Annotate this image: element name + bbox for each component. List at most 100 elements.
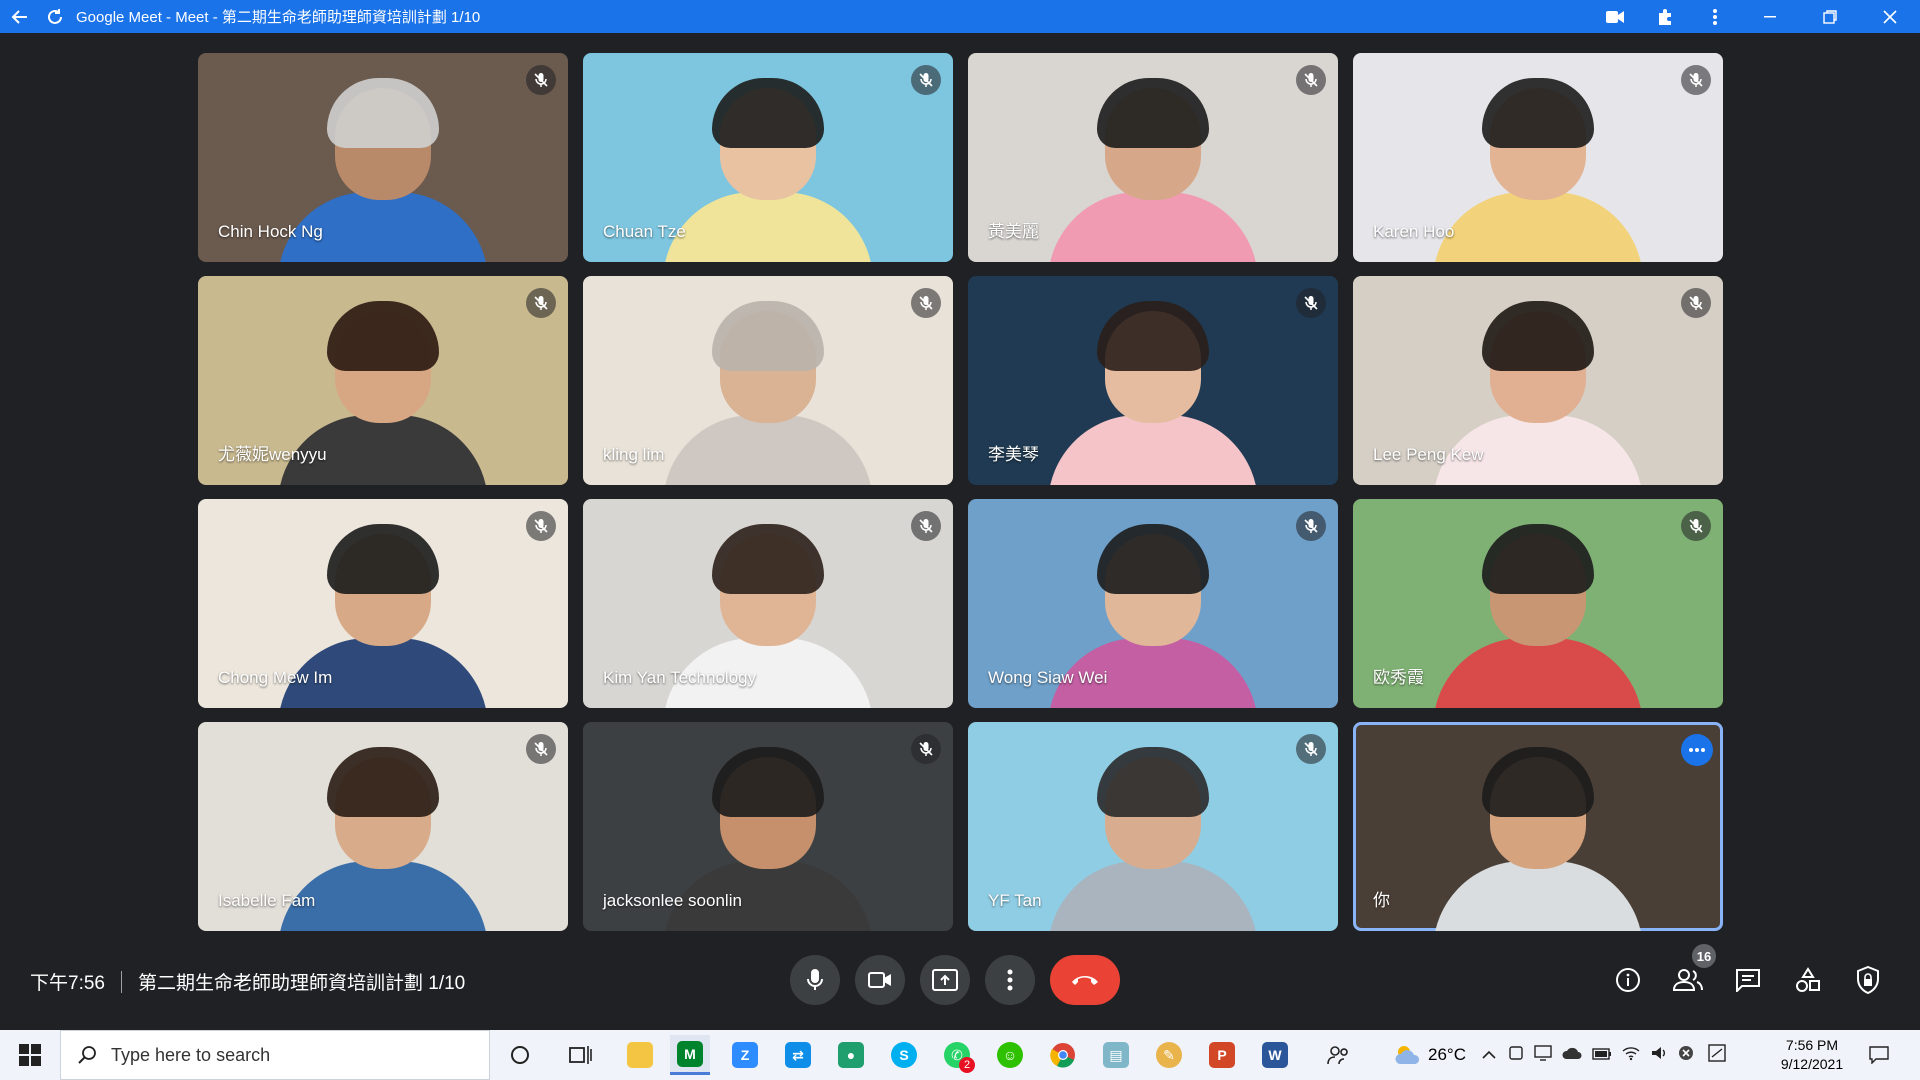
task-view-button[interactable]: [560, 1035, 600, 1075]
participant-body: [1048, 861, 1258, 931]
taskbar-search-box[interactable]: Type here to search: [60, 1030, 490, 1080]
participant-hair: [712, 78, 824, 148]
weather-widget[interactable]: 26°C: [1394, 1044, 1466, 1066]
chat-button[interactable]: [1730, 962, 1766, 998]
mic-off-icon: [526, 65, 556, 95]
participant-tile[interactable]: YF Tan: [968, 722, 1338, 931]
participant-hair: [327, 524, 439, 594]
participant-tile[interactable]: 李美琴: [968, 276, 1338, 485]
paint-taskbar-icon[interactable]: ✎: [1149, 1035, 1189, 1075]
participant-face: [327, 524, 439, 646]
powerpoint-icon: P: [1209, 1042, 1235, 1068]
extensions-icon[interactable]: [1640, 0, 1690, 33]
camera-button[interactable]: [855, 955, 905, 1005]
file-explorer-taskbar-icon[interactable]: [620, 1035, 660, 1075]
window-title: Google Meet - Meet - 第二期生命老師助理師資培訓計劃 1/1…: [76, 9, 481, 26]
close-icon[interactable]: [1860, 0, 1920, 33]
participant-hair: [1097, 301, 1209, 371]
mic-off-icon: [911, 511, 941, 541]
security-tray-icon[interactable]: [1678, 1045, 1694, 1066]
participant-name: Karen Hoo: [1373, 222, 1455, 241]
google-meet-taskbar-icon[interactable]: M: [670, 1035, 710, 1075]
participant-tile[interactable]: kling lim: [583, 276, 953, 485]
more-horiz-icon[interactable]: [1681, 734, 1713, 766]
word-icon: W: [1262, 1042, 1288, 1068]
skype-icon: S: [891, 1042, 917, 1068]
battery-icon[interactable]: [1592, 1045, 1612, 1065]
participant-video-figure: [1433, 78, 1643, 262]
participant-tile[interactable]: Chuan Tze: [583, 53, 953, 262]
present-screen-button[interactable]: [920, 955, 970, 1005]
reload-icon[interactable]: [40, 0, 70, 33]
activities-button[interactable]: [1790, 962, 1826, 998]
participant-face: [1097, 524, 1209, 646]
participant-face: [1097, 747, 1209, 869]
divider: [120, 970, 122, 993]
microphone-button[interactable]: [790, 955, 840, 1005]
people-icon: [1673, 969, 1703, 991]
people-count-badge: 16: [1692, 944, 1716, 968]
participant-face: [712, 747, 824, 869]
participant-hair: [1097, 78, 1209, 148]
cortana-button[interactable]: [500, 1035, 540, 1075]
participant-name: 你: [1373, 891, 1390, 910]
people-taskbar-button[interactable]: [1318, 1035, 1358, 1075]
camera-icon[interactable]: [1590, 0, 1640, 33]
whatsapp-taskbar-icon[interactable]: ✆ 2: [937, 1035, 977, 1075]
participant-tile[interactable]: Chong Mew Im: [198, 499, 568, 708]
back-arrow-icon[interactable]: [0, 0, 40, 33]
participant-face: [712, 301, 824, 423]
self-video-tile[interactable]: 你: [1353, 722, 1723, 931]
onedrive-cloud-icon[interactable]: [1562, 1045, 1582, 1065]
mic-off-icon: [526, 288, 556, 318]
display-tray-icon[interactable]: [1534, 1044, 1552, 1066]
taskbar-clock[interactable]: 7:56 PM 9/12/2021: [1770, 1036, 1854, 1074]
minimize-icon[interactable]: [1740, 0, 1800, 33]
action-center-button[interactable]: [1862, 1038, 1896, 1072]
participant-tile[interactable]: Lee Peng Kew: [1353, 276, 1723, 485]
start-button[interactable]: [0, 1030, 60, 1080]
meeting-details-button[interactable]: [1610, 962, 1646, 998]
volume-icon[interactable]: [1650, 1045, 1668, 1066]
present-to-all-icon: [932, 969, 958, 991]
participant-tile[interactable]: Chin Hock Ng: [198, 53, 568, 262]
input-method-icon[interactable]: [1708, 1043, 1726, 1067]
participant-body: [663, 415, 873, 485]
word-taskbar-icon[interactable]: W: [1255, 1035, 1295, 1075]
teamviewer-taskbar-icon[interactable]: ⇄: [778, 1035, 818, 1075]
participant-tile[interactable]: 尤薇妮wenyyu: [198, 276, 568, 485]
wechat-taskbar-icon[interactable]: ☺: [990, 1035, 1030, 1075]
participant-tile[interactable]: Isabelle Fam: [198, 722, 568, 931]
more-options-button[interactable]: [985, 955, 1035, 1005]
participant-tile[interactable]: 欧秀霞: [1353, 499, 1723, 708]
participant-body: [663, 192, 873, 262]
chevron-up-icon[interactable]: [1482, 1045, 1496, 1065]
powerpoint-taskbar-icon[interactable]: P: [1202, 1035, 1242, 1075]
participant-tile[interactable]: jacksonlee soonlin: [583, 722, 953, 931]
zoom-taskbar-icon[interactable]: Z: [725, 1035, 765, 1075]
leave-call-button[interactable]: [1050, 955, 1120, 1005]
zoom-icon: Z: [732, 1042, 758, 1068]
host-controls-button[interactable]: [1850, 962, 1886, 998]
participant-name: Lee Peng Kew: [1373, 445, 1484, 464]
restore-icon[interactable]: [1800, 0, 1860, 33]
chrome-taskbar-icon[interactable]: [1043, 1035, 1083, 1075]
mic-off-icon: [1296, 734, 1326, 764]
participant-hair: [327, 301, 439, 371]
webcam-tray-icon[interactable]: [1508, 1045, 1524, 1066]
camera-app-taskbar-icon[interactable]: ●: [831, 1035, 871, 1075]
mic-off-icon: [911, 734, 941, 764]
participant-name: Chin Hock Ng: [218, 222, 323, 241]
participant-tile[interactable]: Karen Hoo: [1353, 53, 1723, 262]
meet-icon: M: [677, 1040, 703, 1067]
notes-taskbar-icon[interactable]: ▤: [1096, 1035, 1136, 1075]
participant-tile[interactable]: Wong Siaw Wei: [968, 499, 1338, 708]
skype-taskbar-icon[interactable]: S: [884, 1035, 924, 1075]
participant-name: Chuan Tze: [603, 222, 686, 241]
participant-tile[interactable]: Kim Yan Technology: [583, 499, 953, 708]
participant-tile[interactable]: 黃美麗: [968, 53, 1338, 262]
wifi-icon[interactable]: [1622, 1045, 1640, 1066]
participant-hair: [1482, 301, 1594, 371]
participant-body: [1048, 192, 1258, 262]
more-vert-icon[interactable]: [1690, 0, 1740, 33]
